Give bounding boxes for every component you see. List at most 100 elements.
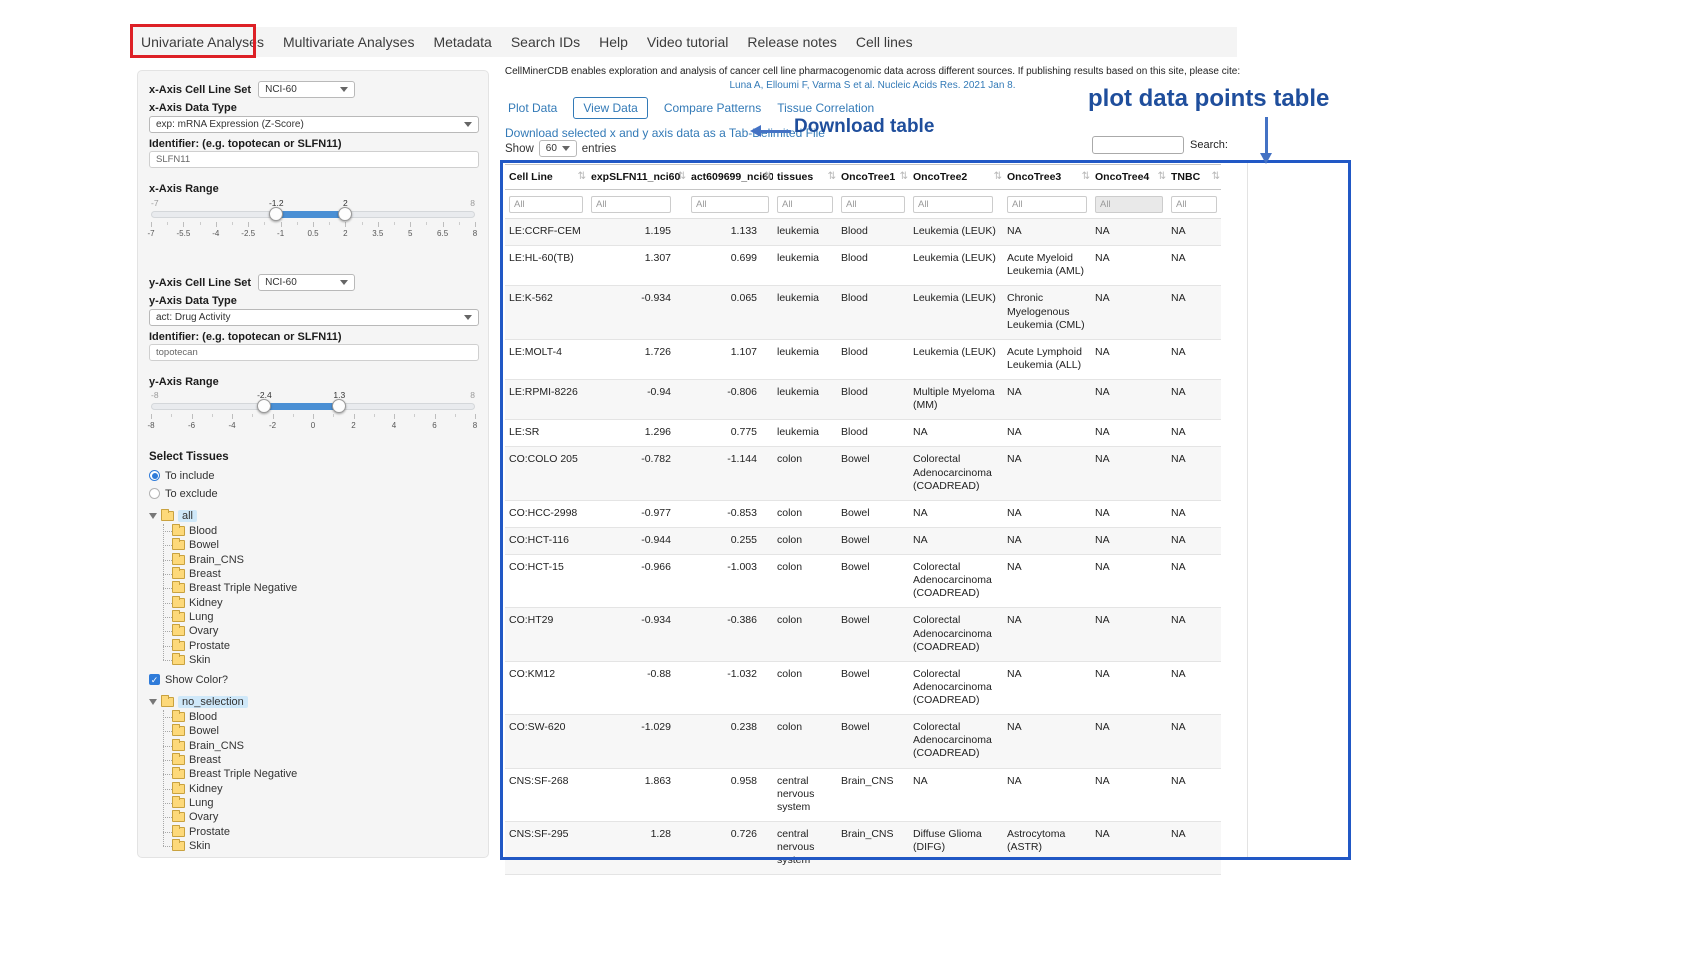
- tree-item-blood[interactable]: Blood: [172, 524, 479, 538]
- slider-handle-low[interactable]: [257, 399, 271, 413]
- tree-item-breast[interactable]: Breast: [172, 567, 479, 581]
- filter-input-oncotree3[interactable]: [1007, 196, 1087, 213]
- column-header-oncotree3[interactable]: OncoTree3⇅: [1003, 165, 1091, 190]
- sort-icon[interactable]: ⇅: [1212, 171, 1220, 182]
- table-row[interactable]: LE:MOLT-41.7261.107leukemiaBloodLeukemia…: [505, 339, 1221, 379]
- x-data-type-select[interactable]: exp: mRNA Expression (Z-Score): [149, 116, 479, 133]
- tree-item-skin[interactable]: Skin: [172, 839, 479, 853]
- y-cell-line-set-select[interactable]: NCI-60: [258, 274, 355, 291]
- column-header-act609699-nci60[interactable]: act609699_nci60⇅: [687, 165, 773, 190]
- tree-item-bowel[interactable]: Bowel: [172, 538, 479, 552]
- folder-icon: [172, 827, 185, 837]
- table-cell: 1.28: [587, 821, 687, 874]
- nav-item-help[interactable]: Help: [599, 34, 628, 50]
- table-row[interactable]: CO:HCT-116-0.9440.255colonBowelNANANANA: [505, 527, 1221, 554]
- column-header-cell-line[interactable]: Cell Line⇅: [505, 165, 587, 190]
- tree-item-blood[interactable]: Blood: [172, 710, 479, 724]
- filter-input-act609699-nci60[interactable]: [691, 196, 769, 213]
- table-row[interactable]: CNS:SF-2681.8630.958central nervous syst…: [505, 768, 1221, 821]
- tree-item-breast-triple-negative[interactable]: Breast Triple Negative: [172, 767, 479, 781]
- sort-icon[interactable]: ⇅: [678, 171, 686, 182]
- tree-toggle-icon[interactable]: [149, 699, 157, 705]
- nav-item-video-tutorial[interactable]: Video tutorial: [647, 34, 728, 50]
- table-row[interactable]: LE:HL-60(TB)1.3070.699leukemiaBloodLeuke…: [505, 246, 1221, 286]
- x-cell-line-set-select[interactable]: NCI-60: [258, 81, 355, 98]
- column-header-tissues[interactable]: tissues⇅: [773, 165, 837, 190]
- sort-icon[interactable]: ⇅: [900, 171, 908, 182]
- tree-item-brain-cns[interactable]: Brain_CNS: [172, 739, 479, 753]
- table-row[interactable]: LE:K-562-0.9340.065leukemiaBloodLeukemia…: [505, 286, 1221, 339]
- filter-input-oncotree1[interactable]: [841, 196, 905, 213]
- nav-item-cell-lines[interactable]: Cell lines: [856, 34, 913, 50]
- tree-item-prostate[interactable]: Prostate: [172, 824, 479, 838]
- tree-item-brain-cns[interactable]: Brain_CNS: [172, 553, 479, 567]
- x-identifier-input[interactable]: [149, 151, 479, 168]
- tree-item-bowel[interactable]: Bowel: [172, 724, 479, 738]
- show-color-checkbox-row[interactable]: Show Color?: [149, 672, 479, 687]
- search-input[interactable]: [1092, 136, 1184, 154]
- sort-icon[interactable]: ⇅: [994, 171, 1002, 182]
- nav-item-search-ids[interactable]: Search IDs: [511, 34, 580, 50]
- tree-item-kidney[interactable]: Kidney: [172, 595, 479, 609]
- tree-root-no-selection[interactable]: no_selection: [149, 694, 479, 710]
- sort-icon[interactable]: ⇅: [1082, 171, 1090, 182]
- table-row[interactable]: CO:KM12-0.88-1.032colonBowelColorectal A…: [505, 661, 1221, 714]
- y-data-type-select[interactable]: act: Drug Activity: [149, 309, 479, 326]
- table-row[interactable]: LE:SR1.2960.775leukemiaBloodNANANANA: [505, 420, 1221, 447]
- sort-icon[interactable]: ⇅: [828, 171, 836, 182]
- tree-item-ovary[interactable]: Ovary: [172, 624, 479, 638]
- nav-item-multivariate-analyses[interactable]: Multivariate Analyses: [283, 34, 415, 50]
- entries-select[interactable]: 60: [539, 140, 577, 157]
- table-cell: 1.307: [587, 246, 687, 286]
- slider-handle-low[interactable]: [269, 207, 283, 221]
- tab-view-data[interactable]: View Data: [573, 97, 647, 119]
- filter-input-expslfn11-nci60[interactable]: [591, 196, 671, 213]
- table-row[interactable]: CO:COLO 205-0.782-1.144colonBowelColorec…: [505, 447, 1221, 500]
- slider-range-bar[interactable]: [264, 403, 339, 410]
- column-header-oncotree4[interactable]: OncoTree4⇅: [1091, 165, 1167, 190]
- nav-item-metadata[interactable]: Metadata: [433, 34, 491, 50]
- tab-compare-patterns[interactable]: Compare Patterns: [664, 97, 761, 119]
- tree-item-breast-triple-negative[interactable]: Breast Triple Negative: [172, 581, 479, 595]
- tree-item-lung[interactable]: Lung: [172, 610, 479, 624]
- filter-input-oncotree4[interactable]: [1095, 196, 1163, 213]
- table-row[interactable]: LE:RPMI-8226-0.94-0.806leukemiaBloodMult…: [505, 380, 1221, 420]
- slider-handle-high[interactable]: [332, 399, 346, 413]
- table-row[interactable]: CNS:SF-2951.280.726central nervous syste…: [505, 821, 1221, 874]
- table-cell: NA: [1091, 821, 1167, 874]
- radio-to-include[interactable]: To include: [149, 468, 479, 483]
- filter-input-tissues[interactable]: [777, 196, 833, 213]
- filter-input-oncotree2[interactable]: [913, 196, 993, 213]
- tree-item-prostate[interactable]: Prostate: [172, 638, 479, 652]
- table-row[interactable]: CO:HCT-15-0.966-1.003colonBowelColorecta…: [505, 555, 1221, 608]
- sort-icon[interactable]: ⇅: [764, 171, 772, 182]
- sort-icon[interactable]: ⇅: [1158, 171, 1166, 182]
- y-identifier-input[interactable]: [149, 344, 479, 361]
- nav-item-release-notes[interactable]: Release notes: [747, 34, 837, 50]
- tree-item-ovary[interactable]: Ovary: [172, 810, 479, 824]
- tab-plot-data[interactable]: Plot Data: [508, 97, 557, 119]
- filter-input-cell-line[interactable]: [509, 196, 583, 213]
- table-row[interactable]: CO:HT29-0.934-0.386colonBowelColorectal …: [505, 608, 1221, 661]
- radio-to-exclude[interactable]: To exclude: [149, 486, 479, 501]
- slider-range-bar[interactable]: [276, 211, 345, 218]
- column-header-oncotree1[interactable]: OncoTree1⇅: [837, 165, 909, 190]
- tree-root-label[interactable]: all: [178, 510, 197, 522]
- tree-item-kidney[interactable]: Kidney: [172, 781, 479, 795]
- filter-input-tnbc[interactable]: [1171, 196, 1217, 213]
- table-row[interactable]: CO:SW-620-1.0290.238colonBowelColorectal…: [505, 715, 1221, 768]
- column-header-tnbc[interactable]: TNBC⇅: [1167, 165, 1221, 190]
- column-header-expslfn11-nci60[interactable]: expSLFN11_nci60⇅: [587, 165, 687, 190]
- tree-item-skin[interactable]: Skin: [172, 653, 479, 667]
- tree-toggle-icon[interactable]: [149, 513, 157, 519]
- table-row[interactable]: LE:CCRF-CEM1.1951.133leukemiaBloodLeukem…: [505, 219, 1221, 246]
- download-tab-delimited-link[interactable]: Download selected x and y axis data as a…: [505, 126, 825, 140]
- slider-handle-high[interactable]: [338, 207, 352, 221]
- table-row[interactable]: CO:HCC-2998-0.977-0.853colonBowelNANANAN…: [505, 500, 1221, 527]
- tree-root-all[interactable]: all: [149, 508, 479, 524]
- tree-item-breast[interactable]: Breast: [172, 753, 479, 767]
- tree-root-label[interactable]: no_selection: [178, 696, 248, 708]
- column-header-oncotree2[interactable]: OncoTree2⇅: [909, 165, 1003, 190]
- tree-item-lung[interactable]: Lung: [172, 796, 479, 810]
- sort-icon[interactable]: ⇅: [578, 171, 586, 182]
